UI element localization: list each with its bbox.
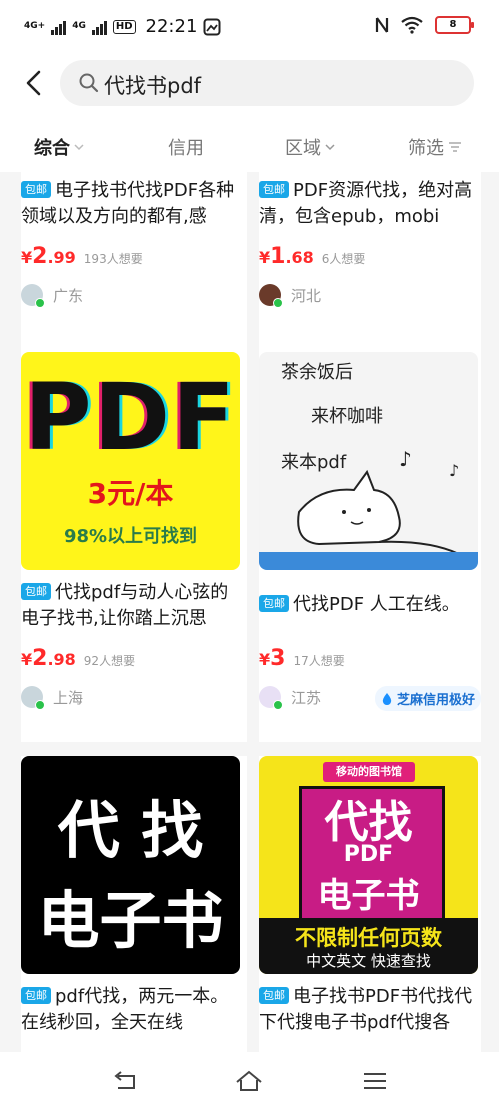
status-right: 8 [375,16,474,34]
filter-region[interactable]: 区域 [285,134,335,160]
price-row: ¥2.98 92人想要 [21,646,135,671]
chevron-down-icon [325,144,335,151]
image-big-text: PDF [24,364,237,471]
status-left: 4G+ 4G HD 22:21 [24,16,221,37]
product-title: 包邮 代找pdf与动人心弦的电子找书,让你踏上沉思 [21,582,229,629]
chevron-down-icon [74,144,84,151]
price: ¥3 [259,646,286,671]
price-row: ¥2.99 193人想要 [21,244,143,269]
image-line-2: 来杯咖啡 [311,406,383,427]
price: ¥2.99 [21,244,76,269]
location: 广东 [53,286,84,305]
image-sub-text: 98%以上可找到 [63,526,198,547]
menu-nav-icon[interactable] [360,1066,390,1096]
product-card[interactable]: 茶余饭后 来杯咖啡 来本pdf ♪ ♪ 包邮 代找PDF 人工在线。 ¥3 17人… [259,352,481,742]
free-shipping-badge: 包邮 [21,181,51,198]
price: ¥2.98 [21,646,76,671]
avatar [21,686,45,710]
image-line-5: 中文英文 快速查找 [306,952,431,970]
filter-screen[interactable]: 筛选 [408,134,462,160]
drop-icon [382,692,392,705]
price-row: ¥3 17人想要 [259,646,345,671]
svg-text:♪: ♪ [449,461,459,480]
image-line-2: 电子书 [37,884,224,957]
image-price-text: 3元/本 [87,477,174,510]
location: 江苏 [291,688,322,707]
filter-screen-label: 筛选 [408,138,444,159]
product-title: 包邮 PDF资源代找，绝对高清，包含epub，mobi [259,180,473,227]
free-shipping-badge: 包邮 [259,987,289,1004]
product-image: PDF 3元/本 98%以上可找到 [21,352,240,570]
product-card[interactable]: 包邮 PDF资源代找，绝对高清，包含epub，mobi ¥1.68 6人想要 河北 [259,172,481,352]
free-shipping-badge: 包邮 [21,583,51,600]
product-card[interactable]: 代 找 电子书 包邮 pdf代找，两元一本。在线秒回，全天在线 [21,756,247,1052]
product-title: 包邮 pdf代找，两元一本。在线秒回，全天在线 [21,986,229,1033]
search-icon [79,73,99,93]
search-input[interactable]: 代找书pdf [60,60,474,106]
filter-bar: 综合 信用 区域 筛选 [0,112,499,172]
product-image: 茶余饭后 来杯咖啡 来本pdf ♪ ♪ [259,352,478,570]
seller-row: 广东 [21,284,84,308]
seller-row: 江苏 [259,686,322,710]
product-title: 包邮 电子找书PDF书代找代下代搜电子书pdf代搜各 [259,986,473,1033]
price-row: ¥1.68 6人想要 [259,244,365,269]
back-arrow-icon[interactable] [20,68,50,98]
avatar [21,284,45,308]
search-query: 代找书pdf [104,74,202,98]
battery-icon: 8 [435,16,474,34]
sesame-credit-badge: 芝麻信用极好 [374,686,481,711]
seller-row: 上海 [21,686,84,710]
status-time: 22:21 [145,16,198,37]
product-card[interactable]: 移动的图书馆 代找 PDF 电子书 不限制任何页数 中文英文 快速查找 包邮 电子… [259,756,481,1052]
product-title: 包邮 代找PDF 人工在线。 [259,592,481,618]
filter-credit[interactable]: 信用 [168,134,204,160]
filter-comprehensive[interactable]: 综合 [34,134,84,160]
product-image: 代 找 电子书 [21,756,240,974]
signal-icon-1 [51,19,67,35]
price: ¥1.68 [259,244,314,269]
gallery-notification-icon [203,18,221,35]
system-nav-bar [0,1052,499,1112]
product-card[interactable]: PDF 3元/本 98%以上可找到 包邮 代找pdf与动人心弦的电子找书,让你踏上… [21,352,247,742]
home-nav-icon[interactable] [234,1066,264,1096]
want-count: 17人想要 [293,654,345,668]
free-shipping-badge: 包邮 [259,595,289,612]
filter-icon [449,142,461,152]
location: 上海 [53,688,84,707]
back-nav-icon[interactable] [110,1066,140,1096]
want-count: 193人想要 [83,252,143,266]
image-line-3: 电子书 [317,876,420,916]
image-line-1: 茶余饭后 [281,362,353,383]
image-line-2: PDF [343,842,394,867]
seller-row: 河北 [259,284,322,308]
image-line-1: 代 找 [57,794,204,867]
free-shipping-badge: 包邮 [259,181,289,198]
search-header: 代找书pdf [0,56,499,112]
nfc-icon [375,17,389,33]
cat-illustration: ♪ ♪ [259,447,478,570]
svg-text:♪: ♪ [399,447,412,471]
wifi-icon [401,16,423,34]
status-bar: 4G+ 4G HD 22:21 8 [0,0,499,56]
product-card[interactable]: 包邮 电子找书代找PDF各种领域以及方向的都有,感 ¥2.99 193人想要 广东 [21,172,247,352]
want-count: 6人想要 [321,252,366,266]
free-shipping-badge: 包邮 [21,987,51,1004]
hd-icon: HD [112,19,136,34]
network-type-1: 4G+ [24,21,46,31]
image-line-1: 代找 [324,797,413,848]
filter-region-label: 区域 [285,138,321,159]
filter-comprehensive-label: 综合 [34,138,70,159]
filter-credit-label: 信用 [168,138,204,159]
avatar [259,284,283,308]
location: 河北 [291,286,322,305]
want-count: 92人想要 [83,654,136,668]
avatar [259,686,283,710]
product-title: 包邮 电子找书代找PDF各种领域以及方向的都有,感 [21,180,235,227]
product-image: 移动的图书馆 代找 PDF 电子书 不限制任何页数 中文英文 快速查找 [259,756,478,974]
signal-icon-2 [91,19,107,35]
network-type-2: 4G [72,21,86,31]
image-line-4: 不限制任何页数 [295,926,442,950]
image-banner: 移动的图书馆 [323,762,415,782]
